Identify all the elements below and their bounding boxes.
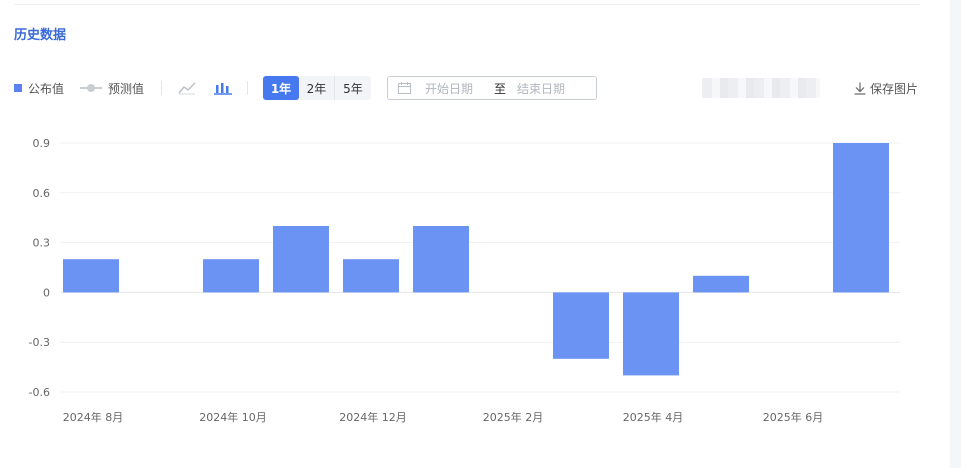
legend-published-label: 公布值 (28, 81, 65, 96)
save-image-button[interactable]: 保存图片 (854, 76, 918, 100)
x-tick-label: 2024年 10月 (199, 410, 267, 424)
x-tick-label: 2025年 4月 (623, 410, 684, 424)
y-tick-label: 0.9 (33, 137, 51, 150)
range-2y-button[interactable]: 2年 (299, 76, 335, 100)
y-tick-label: -0.3 (29, 336, 50, 349)
legend-forecast[interactable]: 预测值 (80, 76, 144, 100)
x-axis-ticks: 2024年 8月 2024年 10月 2024年 12月 2025年 2月 2025年 … (63, 410, 824, 424)
y-tick-label: 0 (43, 286, 50, 299)
line-chart-icon[interactable] (177, 78, 197, 98)
bar[interactable] (833, 143, 889, 293)
bar[interactable] (553, 292, 609, 359)
x-tick-label: 2025年 6月 (763, 410, 824, 424)
bar-chart-icon[interactable] (213, 78, 233, 98)
date-range-separator: 至 (493, 81, 506, 96)
x-tick-label: 2024年 8月 (63, 410, 124, 424)
legend-line-dot-icon (80, 83, 102, 93)
top-divider (14, 4, 920, 5)
range-selector: 1年 2年 5年 (263, 76, 371, 100)
bar[interactable] (413, 226, 469, 293)
chart-toolbar: 公布值 预测值 1年 2年 5年 开始日期 至 结束日期 保存图片 (14, 76, 924, 100)
bar[interactable] (63, 259, 119, 293)
bar[interactable] (273, 226, 329, 293)
legend-square-icon (14, 84, 22, 92)
range-5y-button[interactable]: 5年 (335, 76, 371, 100)
legend-forecast-label: 预测值 (108, 81, 145, 96)
legend-published[interactable]: 公布值 (14, 76, 64, 100)
section-title: 历史数据 (14, 28, 67, 43)
bar[interactable] (693, 275, 749, 293)
bar[interactable] (623, 292, 679, 376)
y-tick-label: -0.6 (29, 386, 50, 399)
calendar-icon (398, 82, 411, 94)
grid-lines (60, 142, 900, 393)
redacted-area (702, 78, 820, 98)
range-1y-button[interactable]: 1年 (263, 76, 299, 100)
bar-chart: -0.6-0.300.30.60.9 2024年 8月 2024年 10月 2024… (29, 137, 900, 424)
toolbar-divider (161, 81, 162, 95)
page-scrollbar[interactable] (950, 0, 961, 468)
download-icon (854, 82, 866, 95)
save-image-label: 保存图片 (870, 81, 919, 96)
bars (63, 143, 889, 376)
date-range-picker[interactable]: 开始日期 至 结束日期 (387, 76, 597, 100)
toolbar-divider (247, 81, 248, 95)
y-axis-ticks: -0.6 -0.3 0 0.3 0.6 0.9 (29, 137, 50, 399)
x-tick-label: 2024年 12月 (339, 410, 407, 424)
bar[interactable] (203, 259, 259, 293)
y-tick-label: 0.3 (33, 237, 51, 250)
x-tick-label: 2025年 2月 (483, 410, 544, 424)
bar[interactable] (343, 259, 399, 293)
start-date-input[interactable]: 开始日期 (425, 80, 483, 97)
y-tick-label: 0.6 (33, 187, 51, 200)
end-date-input[interactable]: 结束日期 (517, 80, 565, 97)
